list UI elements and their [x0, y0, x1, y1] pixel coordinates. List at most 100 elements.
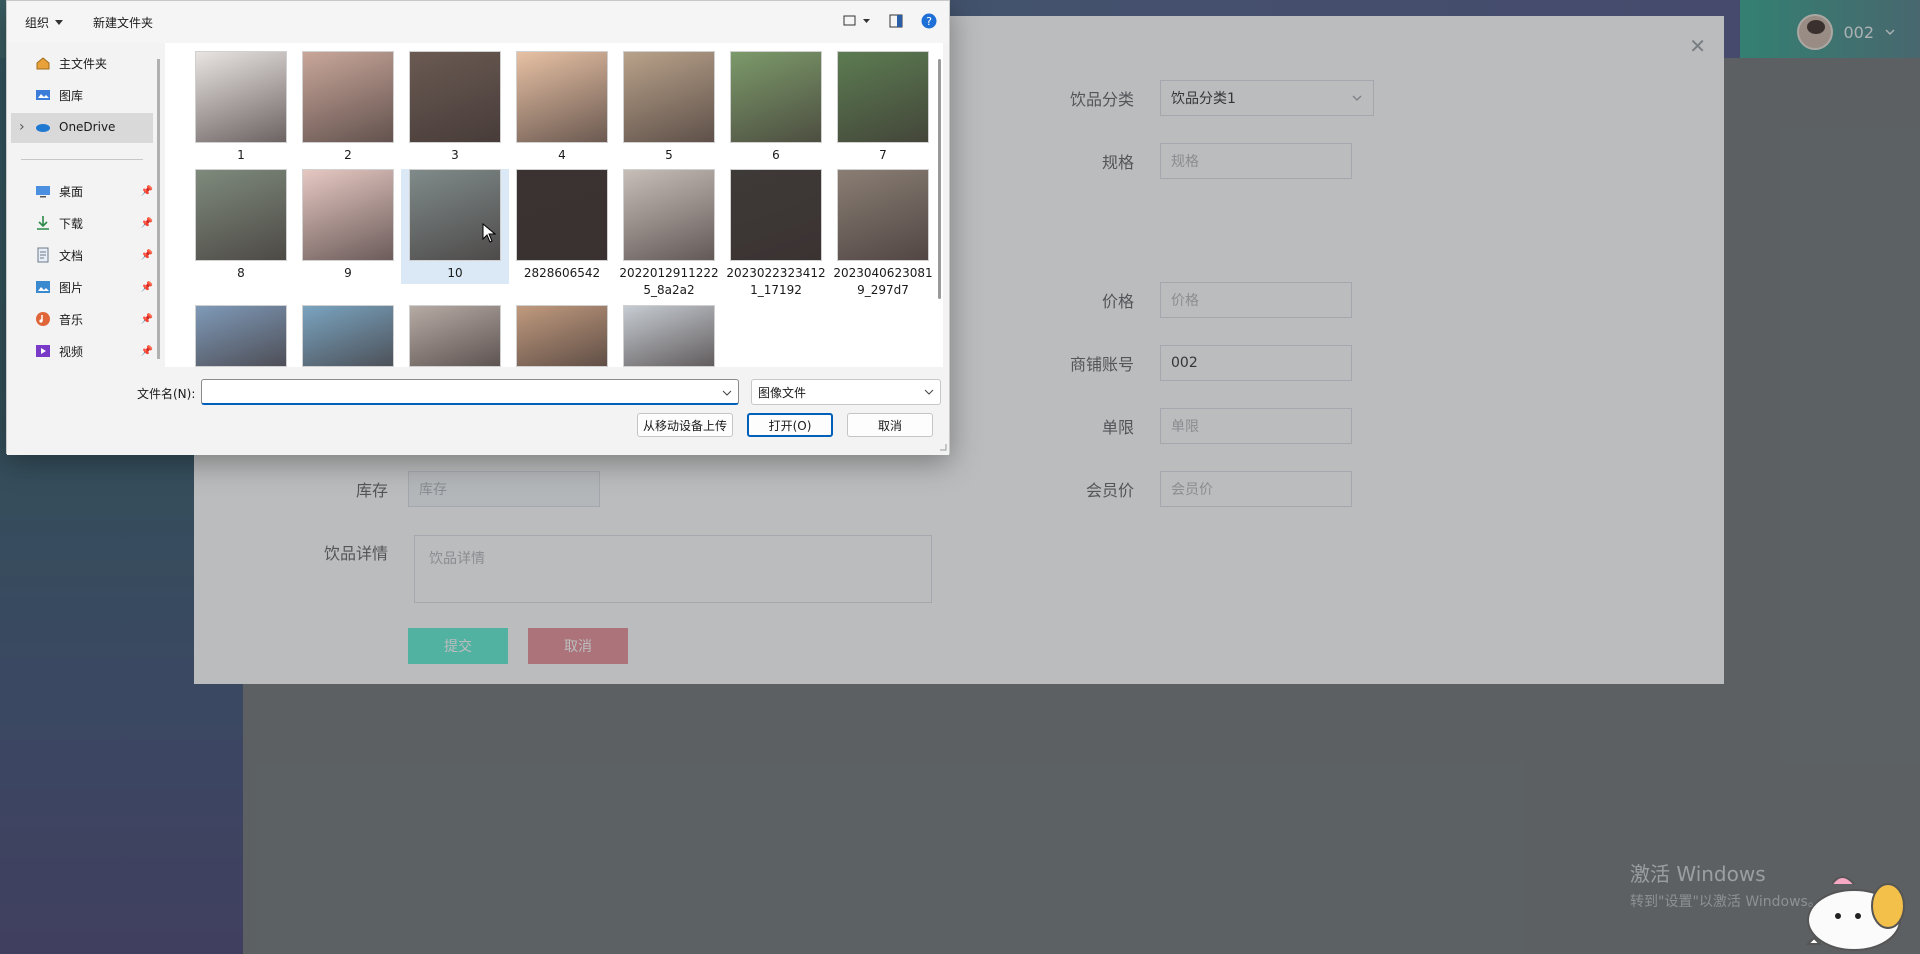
nav-item-music[interactable]: 音乐 📌	[35, 307, 153, 331]
shop-account-input[interactable]: 002	[1160, 345, 1352, 381]
file-name-label[interactable]: 1	[187, 147, 295, 164]
price-input[interactable]: 价格	[1160, 282, 1352, 318]
user-menu[interactable]: 002	[1797, 14, 1896, 50]
video-icon	[36, 345, 50, 357]
file-thumbnail[interactable]	[837, 51, 929, 143]
file-name-label[interactable]: 6	[722, 147, 830, 164]
stock-input[interactable]: 库存	[408, 471, 600, 507]
nav-scrollbar[interactable]	[157, 59, 160, 359]
file-name-label[interactable]: 4	[508, 147, 616, 164]
nav-item-label: 音乐	[59, 312, 84, 327]
music-icon	[36, 312, 50, 326]
file-name-label[interactable]: 2023022323412 1_17192	[722, 265, 830, 299]
category-select[interactable]: 饮品分类1	[1160, 80, 1374, 116]
file-name-label[interactable]: 3	[401, 147, 509, 164]
resize-grip-icon[interactable]	[937, 441, 947, 451]
file-thumbnail[interactable]	[195, 305, 287, 367]
category-row: 饮品分类 饮品分类1	[1054, 80, 1374, 116]
pin-icon[interactable]: 📌	[141, 282, 153, 293]
mouse-pointer-icon	[482, 223, 496, 243]
view-mode-icon[interactable]	[843, 14, 871, 28]
file-name-label[interactable]: 8	[187, 265, 295, 282]
nav-item-video[interactable]: 视频 📌	[35, 339, 153, 363]
nav-item-label: 视频	[59, 344, 84, 359]
file-name-label[interactable]: 2828606542	[508, 265, 616, 282]
file-thumbnail[interactable]	[409, 169, 501, 261]
file-name-label[interactable]: 2	[294, 147, 402, 164]
file-name-label[interactable]: 7	[829, 147, 937, 164]
nav-item-document[interactable]: 文档 📌	[35, 243, 153, 267]
nav-divider	[21, 159, 143, 160]
chevron-down-icon	[1352, 95, 1362, 101]
file-thumbnail[interactable]	[516, 169, 608, 261]
cancel-button[interactable]: 取消	[528, 628, 628, 664]
detail-textarea[interactable]: 饮品详情	[414, 535, 932, 603]
file-type-select[interactable]: 图像文件	[751, 379, 941, 405]
expand-chevron-icon[interactable]: ›	[19, 119, 25, 135]
preview-pane-icon[interactable]	[889, 14, 903, 28]
chevron-down-icon[interactable]	[722, 388, 732, 398]
file-thumbnail[interactable]	[409, 305, 501, 367]
nav-item-label: 图库	[59, 88, 84, 103]
file-thumbnail[interactable]	[516, 51, 608, 143]
pin-icon[interactable]: 📌	[141, 346, 153, 357]
limit-input[interactable]: 单限	[1160, 408, 1352, 444]
filename-input[interactable]	[201, 379, 739, 405]
limit-row: 单限 单限	[1054, 408, 1352, 444]
pictures-icon	[36, 281, 50, 293]
spec-label: 规格	[1101, 153, 1134, 172]
pin-icon[interactable]: 📌	[141, 314, 153, 325]
file-thumbnail[interactable]	[623, 169, 715, 261]
pin-icon[interactable]: 📌	[141, 186, 153, 197]
file-thumbnail[interactable]	[302, 169, 394, 261]
file-name-label[interactable]: 5	[615, 147, 723, 164]
nav-item-pictures[interactable]: 图片 📌	[35, 275, 153, 299]
nav-item-download[interactable]: 下载 📌	[35, 211, 153, 235]
file-thumbnail[interactable]	[516, 305, 608, 367]
nav-item-label: OneDrive	[59, 120, 116, 134]
dialog-cancel-button[interactable]: 取消	[847, 413, 933, 437]
nav-item-cloud[interactable]: OneDrive ›	[19, 115, 153, 139]
pin-icon[interactable]: 📌	[141, 218, 153, 229]
open-button[interactable]: 打开(O)	[747, 413, 833, 437]
username: 002	[1843, 22, 1874, 42]
file-thumbnail[interactable]	[195, 169, 287, 261]
new-folder-button[interactable]: 新建文件夹	[93, 14, 153, 31]
nav-item-label: 图片	[59, 280, 84, 295]
pin-icon[interactable]: 📌	[141, 250, 153, 261]
chevron-down-icon	[1885, 29, 1895, 35]
file-thumbnail[interactable]	[409, 51, 501, 143]
avatar[interactable]	[1797, 14, 1834, 50]
file-name-label[interactable]: 10	[401, 265, 509, 282]
organize-label: 组织	[25, 15, 50, 30]
stock-row: 库存 库存	[308, 471, 600, 507]
desktop-icon	[36, 186, 50, 198]
file-thumbnail[interactable]	[837, 169, 929, 261]
submit-button[interactable]: 提交	[408, 628, 508, 664]
home-icon	[36, 57, 50, 70]
file-thumbnail[interactable]	[730, 169, 822, 261]
nav-item-desktop[interactable]: 桌面 📌	[35, 179, 153, 203]
member-price-input[interactable]: 会员价	[1160, 471, 1352, 507]
file-name-label[interactable]: 9	[294, 265, 402, 282]
file-thumbnail[interactable]	[195, 51, 287, 143]
upload-from-mobile-button[interactable]: 从移动设备上传	[637, 413, 733, 437]
nav-item-home[interactable]: 主文件夹	[35, 51, 153, 75]
file-type-value: 图像文件	[758, 385, 807, 400]
close-icon[interactable]: ✕	[1689, 34, 1706, 58]
file-thumbnail[interactable]	[730, 51, 822, 143]
file-thumbnail[interactable]	[302, 51, 394, 143]
file-thumbnail[interactable]	[302, 305, 394, 367]
help-icon[interactable]: ?	[921, 13, 937, 29]
organize-menu[interactable]: 组织	[25, 14, 64, 31]
spec-input[interactable]: 规格	[1160, 143, 1352, 179]
file-thumbnail[interactable]	[623, 305, 715, 367]
file-grid-scrollbar[interactable]	[938, 59, 941, 299]
file-name-label[interactable]: 2022012911222 5_8a2a2	[615, 265, 723, 299]
limit-label: 单限	[1101, 418, 1134, 437]
category-value: 饮品分类1	[1171, 91, 1236, 107]
nav-item-gallery[interactable]: 图库	[35, 83, 153, 107]
file-thumbnail[interactable]	[623, 51, 715, 143]
price-row: 价格 价格	[1054, 282, 1352, 318]
file-name-label[interactable]: 2023040623081 9_297d7	[829, 265, 937, 299]
